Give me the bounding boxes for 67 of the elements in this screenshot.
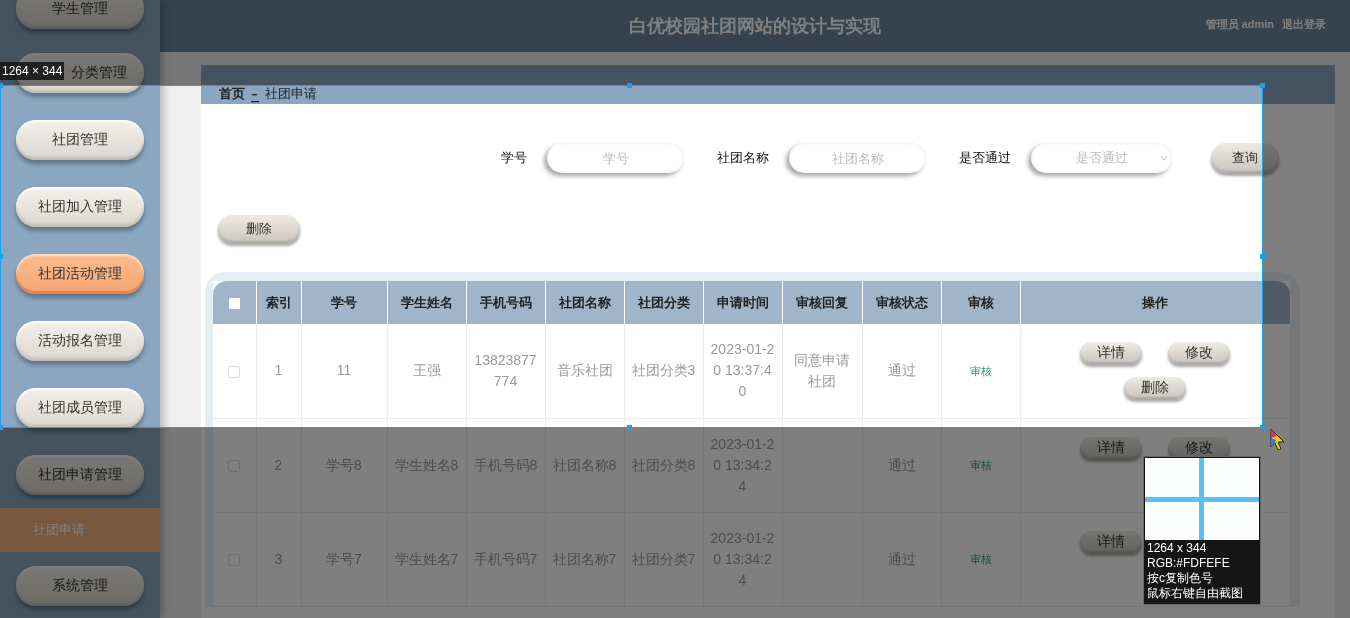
table-cell: 11	[336, 362, 352, 379]
size-label: 1264 × 344	[0, 62, 65, 80]
delete-button[interactable]: 删除	[218, 215, 300, 243]
breadcrumb-item[interactable]: 首页	[219, 85, 245, 103]
table-cell: 音乐社团	[556, 362, 613, 379]
action-button[interactable]: 详情	[1080, 530, 1142, 553]
column-header: 索引	[256, 281, 301, 324]
row-checkbox[interactable]	[228, 365, 241, 378]
field-label: 是否通过	[959, 149, 1011, 167]
column-header: 社团分类	[624, 281, 703, 324]
field-label: 社团名称	[717, 149, 769, 167]
separator-icon	[251, 93, 259, 103]
audit-link[interactable]: 审核	[969, 553, 992, 565]
resize-handle[interactable]	[1260, 425, 1265, 430]
input-field[interactable]: 社团名称	[789, 143, 926, 173]
breadcrumb-item: 社团申请	[265, 85, 317, 103]
table-cell: 1	[274, 362, 283, 379]
sidebar-item[interactable]: 学生管理	[16, 0, 144, 29]
audit-link[interactable]: 审核	[969, 459, 992, 471]
caret-icon	[1160, 155, 1168, 161]
select-field[interactable]: 是否通过	[1031, 143, 1172, 173]
table-cell: 通过	[887, 362, 916, 379]
resize-handle[interactable]	[627, 425, 632, 430]
sidebar-item[interactable]: 活动报名管理	[16, 320, 144, 361]
action-button[interactable]: 详情	[1080, 436, 1142, 459]
sidebar-item[interactable]: 社团申请管理	[16, 454, 144, 495]
cursor-icon	[1270, 428, 1286, 452]
table-cell: 13823877774	[474, 351, 537, 389]
column-header: 学号	[301, 281, 387, 324]
column-header: 审核	[941, 281, 1020, 324]
column-header: 审核回复	[782, 281, 862, 324]
sidebar-item[interactable]: 社团加入管理	[16, 186, 144, 227]
info-text: RGB:#FDFEFE	[1147, 556, 1231, 571]
resize-handle[interactable]	[1260, 254, 1265, 259]
sidebar-item[interactable]: 社团管理	[16, 119, 144, 160]
action-button[interactable]: 修改	[1168, 436, 1230, 459]
selection-frame[interactable]	[0, 85, 1263, 428]
resize-handle[interactable]	[1260, 83, 1265, 88]
sidebar-item[interactable]: 社团成员管理	[16, 387, 144, 428]
column-header: 审核状态	[862, 281, 941, 324]
site-title: 白优校园社团网站的设计与实现	[629, 15, 881, 38]
column-header: 社团名称	[545, 281, 624, 324]
column-header: 学生姓名	[387, 281, 466, 324]
table-cell: 社团分类3	[631, 362, 696, 379]
logout-link[interactable]: 退出登录	[1282, 17, 1326, 32]
crosshair-icon	[1145, 458, 1259, 540]
input-field[interactable]: 学号	[547, 143, 684, 173]
action-button[interactable]: 删除	[1124, 377, 1186, 400]
info-text: 按c复制色号	[1147, 571, 1214, 586]
table-cell: 2023-01-20 13:37:40	[710, 341, 775, 400]
table-cell: 王强	[412, 362, 441, 379]
column-header: 手机号码	[466, 281, 545, 324]
audit-link[interactable]: 审核	[969, 364, 992, 377]
resize-handle[interactable]	[627, 83, 632, 88]
query-button[interactable]: 查询	[1211, 143, 1279, 173]
action-button[interactable]: 详情	[1080, 342, 1142, 365]
sidebar-item[interactable]: 系统管理	[16, 565, 144, 606]
action-button[interactable]: 修改	[1168, 342, 1230, 365]
user-label: 管理员 admin	[1205, 17, 1274, 32]
info-text: 鼠标右键自由截图	[1147, 586, 1244, 601]
field-label: 学号	[501, 149, 527, 167]
column-header: 操作	[1020, 281, 1290, 324]
select-all-checkbox[interactable]	[228, 298, 240, 310]
info-text: 1264 x 344	[1147, 541, 1208, 556]
sidebar-item[interactable]: 社团活动管理	[16, 253, 144, 294]
column-header: 申请时间	[703, 281, 782, 324]
table-cell: 同意申请社团	[794, 351, 850, 389]
